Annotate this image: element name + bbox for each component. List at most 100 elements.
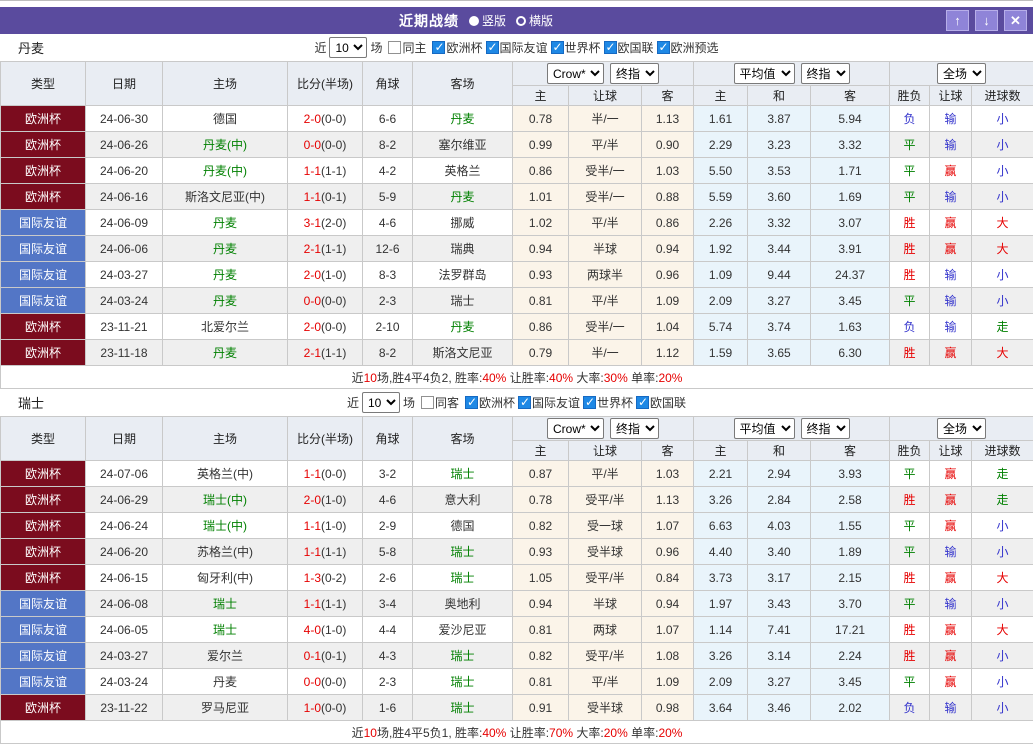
league-filter[interactable]: 欧洲杯 [432, 39, 482, 56]
summary-label: 大率: [573, 726, 604, 740]
avg-away-cell: 5.94 [811, 106, 890, 132]
checkbox-checked-icon[interactable] [518, 396, 531, 409]
score-cell: 1-1(1-1) [288, 591, 363, 617]
handicap-result-cell: 输 [930, 262, 972, 288]
move-down-button[interactable]: ↓ [975, 10, 998, 31]
layout-radio-vertical[interactable]: 竖版 [469, 12, 506, 29]
summary-value: 40% [549, 371, 573, 385]
odds-stage-select[interactable]: 终指 [610, 63, 659, 84]
close-button[interactable]: ✕ [1004, 10, 1027, 31]
league-type-cell: 欧洲杯 [1, 340, 86, 366]
handicap-line-cell: 半球 [569, 591, 642, 617]
result-cell: 平 [890, 669, 930, 695]
score-cell: 1-1(0-0) [288, 461, 363, 487]
summary-value: 40% [482, 371, 506, 385]
league-type-cell: 国际友谊 [1, 617, 86, 643]
handicap-result-cell: 输 [930, 132, 972, 158]
layout-radio-horizontal-label: 横版 [529, 12, 553, 29]
subcol-handicap-result: 让球 [930, 86, 972, 106]
radio-selected-icon[interactable] [469, 16, 479, 26]
checkbox-checked-icon[interactable] [465, 396, 478, 409]
league-filter[interactable]: 世界杯 [551, 39, 601, 56]
league-filter-label: 欧国联 [650, 394, 686, 411]
handicap-line-cell: 平/半 [569, 669, 642, 695]
home-odds-cell: 0.93 [513, 539, 569, 565]
league-type-cell: 欧洲杯 [1, 314, 86, 340]
result-cell: 胜 [890, 617, 930, 643]
halftime-score: (1-1) [321, 346, 346, 360]
checkbox-checked-icon[interactable] [657, 41, 670, 54]
avg-home-cell: 2.26 [694, 210, 748, 236]
average-stage-select[interactable]: 终指 [801, 63, 850, 84]
col-home: 主场 [163, 417, 288, 461]
checkbox-checked-icon[interactable] [432, 41, 445, 54]
away-odds-cell: 0.90 [642, 132, 694, 158]
move-up-button[interactable]: ↑ [946, 10, 969, 31]
bookmaker-select[interactable]: Crow* [547, 418, 604, 439]
same-home-filter[interactable]: 同主 [388, 39, 426, 56]
avg-away-cell: 3.45 [811, 288, 890, 314]
result-group: 全场 [890, 62, 1033, 86]
handicap-result-cell: 赢 [930, 513, 972, 539]
match-count-select[interactable]: 10 [329, 37, 367, 58]
goals-result-cell: 小 [972, 158, 1033, 184]
handicap-line-cell: 受半/一 [569, 184, 642, 210]
col-home: 主场 [163, 62, 288, 106]
league-filter[interactable]: 欧国联 [636, 394, 686, 411]
col-away: 客场 [413, 62, 513, 106]
home-team-cell: 丹麦 [163, 340, 288, 366]
league-filter[interactable]: 国际友谊 [486, 39, 548, 56]
avg-draw-cell: 3.46 [748, 695, 811, 721]
fulltime-score: 2-0 [304, 268, 321, 282]
odds-stage-select[interactable]: 终指 [610, 418, 659, 439]
league-filter[interactable]: 世界杯 [583, 394, 633, 411]
league-filter-label: 国际友谊 [500, 39, 548, 56]
layout-radio-horizontal[interactable]: 横版 [516, 12, 553, 29]
score-cell: 1-0(0-0) [288, 695, 363, 721]
league-filter[interactable]: 欧洲预选 [657, 39, 719, 56]
summary-value: 30% [604, 371, 628, 385]
score-cell: 2-0(0-0) [288, 314, 363, 340]
radio-unselected-icon[interactable] [516, 16, 526, 26]
home-odds-cell: 1.01 [513, 184, 569, 210]
handicap-line-cell: 平/半 [569, 210, 642, 236]
league-type-cell: 欧洲杯 [1, 461, 86, 487]
home-odds-cell: 0.82 [513, 513, 569, 539]
checkbox-checked-icon[interactable] [636, 396, 649, 409]
halftime-score: (0-0) [321, 675, 346, 689]
handicap-line-cell: 受半/一 [569, 158, 642, 184]
col-corner: 角球 [363, 62, 413, 106]
scope-select[interactable]: 全场 [937, 418, 986, 439]
summary-row: 近10场,胜4平4负2, 胜率:40% 让胜率:40% 大率:30% 单率:20… [1, 366, 1033, 389]
handicap-odds-group: Crow* 终指 [513, 62, 694, 86]
average-select[interactable]: 平均值 [734, 63, 795, 84]
away-team-cell: 瑞士 [413, 288, 513, 314]
checkbox-unchecked-icon[interactable] [388, 41, 401, 54]
away-odds-cell: 1.04 [642, 314, 694, 340]
match-row: 欧洲杯24-06-29瑞士(中)2-0(1-0)4-6意大利0.78受平/半1.… [1, 487, 1033, 513]
handicap-result-cell: 赢 [930, 565, 972, 591]
goals-result-cell: 小 [972, 669, 1033, 695]
same-away-filter[interactable]: 同客 [421, 394, 459, 411]
league-filter[interactable]: 欧洲杯 [465, 394, 515, 411]
league-filter[interactable]: 欧国联 [604, 39, 654, 56]
checkbox-checked-icon[interactable] [604, 41, 617, 54]
date-cell: 24-03-24 [86, 669, 163, 695]
goals-result-cell: 大 [972, 340, 1033, 366]
home-odds-cell: 0.91 [513, 695, 569, 721]
checkbox-checked-icon[interactable] [551, 41, 564, 54]
checkbox-checked-icon[interactable] [583, 396, 596, 409]
bookmaker-select[interactable]: Crow* [547, 63, 604, 84]
home-team-cell: 丹麦 [163, 236, 288, 262]
average-stage-select[interactable]: 终指 [801, 418, 850, 439]
away-team-cell: 奥地利 [413, 591, 513, 617]
scope-select[interactable]: 全场 [937, 63, 986, 84]
checkbox-checked-icon[interactable] [486, 41, 499, 54]
handicap-line-cell: 平/半 [569, 288, 642, 314]
checkbox-unchecked-icon[interactable] [421, 396, 434, 409]
match-count-select[interactable]: 10 [362, 392, 400, 413]
fulltime-score: 1-1 [304, 545, 321, 559]
match-row: 国际友谊24-06-06丹麦2-1(1-1)12-6瑞典0.94半球0.941.… [1, 236, 1033, 262]
average-select[interactable]: 平均值 [734, 418, 795, 439]
league-filter[interactable]: 国际友谊 [518, 394, 580, 411]
